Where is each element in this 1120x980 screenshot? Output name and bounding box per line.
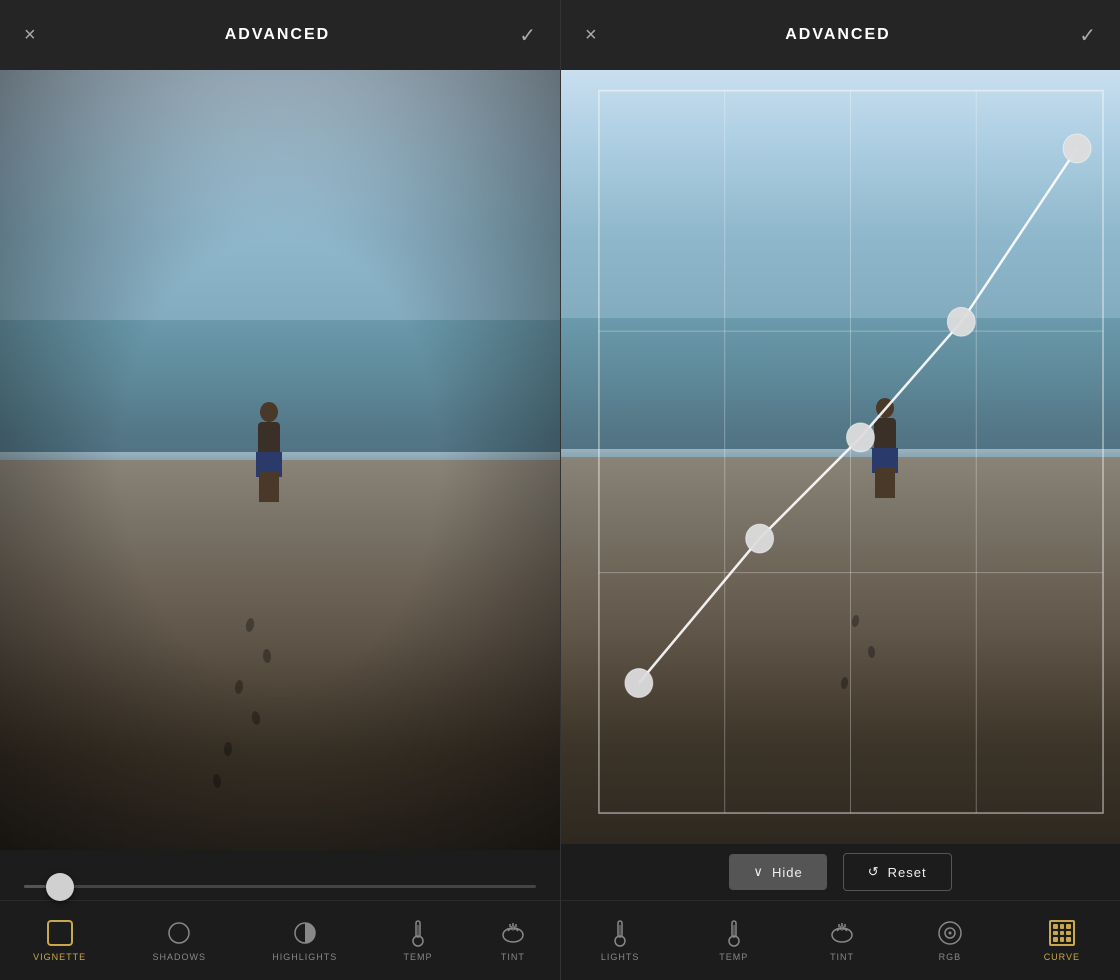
grid-cell-7: [1053, 937, 1058, 942]
shadows-icon: [165, 919, 193, 947]
right-confirm-button[interactable]: ✓: [1079, 23, 1096, 48]
left-bottom-tabs: VIGNETTE SHADOWS HIGH: [0, 900, 560, 980]
tint-icon-left: [499, 919, 527, 947]
temp-icon-right: [720, 919, 748, 947]
tab-label-shadows: SHADOWS: [152, 952, 206, 962]
temp-icon-left: [404, 919, 432, 947]
curve-icon: [1048, 919, 1076, 947]
left-title: ADVANCED: [225, 26, 330, 44]
tab-lights[interactable]: LIGHTS: [595, 911, 646, 970]
tab-label-tint-left: TINT: [501, 952, 525, 962]
beach-scene-left: [0, 70, 560, 850]
reset-label: Reset: [888, 865, 927, 880]
lights-icon: [606, 919, 634, 947]
tab-label-lights: LIGHTS: [601, 952, 640, 962]
grid-cell-1: [1053, 924, 1058, 929]
sand-layer-right: [561, 457, 1120, 844]
tab-temp-right[interactable]: TEMP: [713, 911, 754, 970]
tint-icon-right: [828, 919, 856, 947]
person-right: [865, 393, 905, 503]
rgb-icon: [936, 919, 964, 947]
tab-temp-left[interactable]: TEMP: [398, 911, 439, 970]
slider-container: [0, 873, 560, 900]
chevron-down-icon: ∨: [753, 864, 764, 880]
tab-curve[interactable]: CURVE: [1038, 911, 1086, 970]
hide-label: Hide: [772, 865, 803, 880]
tab-vignette[interactable]: VIGNETTE: [27, 911, 92, 970]
grid-cell-5: [1060, 931, 1065, 936]
left-confirm-button[interactable]: ✓: [519, 23, 536, 48]
person-leg-right-right: [885, 468, 895, 498]
slider-track[interactable]: [24, 885, 536, 888]
grid-cell-4: [1053, 931, 1058, 936]
tab-label-curve: CURVE: [1044, 952, 1080, 962]
tab-label-tint-right: TINT: [830, 952, 854, 962]
curve-grid-icon: [1049, 920, 1075, 946]
person-head-right: [876, 398, 894, 418]
vignette-frame-icon: [47, 920, 73, 946]
grid-cell-3: [1066, 924, 1071, 929]
grid-cell-8: [1060, 937, 1065, 942]
right-close-button[interactable]: ×: [585, 24, 597, 47]
right-header: × ADVANCED ✓: [561, 0, 1120, 70]
tab-label-temp-right: TEMP: [719, 952, 748, 962]
left-close-button[interactable]: ×: [24, 24, 36, 47]
grid-cell-6: [1066, 931, 1071, 936]
highlights-icon: [291, 919, 319, 947]
grid-cell-9: [1066, 937, 1071, 942]
grid-cell-2: [1060, 924, 1065, 929]
tab-highlights[interactable]: HIGHLIGHTS: [266, 911, 343, 970]
curve-buttons-row: ∨ Hide ↺ Reset: [561, 844, 1120, 900]
tab-shadows[interactable]: SHADOWS: [146, 911, 212, 970]
left-controls: VIGNETTE SHADOWS HIGH: [0, 850, 560, 980]
right-title: ADVANCED: [785, 26, 890, 44]
vignette-overlay-left: [0, 70, 560, 850]
left-image-area: [0, 70, 560, 850]
right-panel: × ADVANCED ✓: [560, 0, 1120, 980]
vignette-icon: [46, 919, 74, 947]
tab-label-temp-left: TEMP: [404, 952, 433, 962]
sky-layer-right: [561, 70, 1120, 341]
tab-rgb[interactable]: RGB: [930, 911, 970, 970]
tab-label-rgb: RGB: [939, 952, 962, 962]
beach-scene-right: [561, 70, 1120, 844]
tab-tint-left[interactable]: TINT: [493, 911, 533, 970]
reset-button[interactable]: ↺ Reset: [843, 853, 952, 891]
hide-button[interactable]: ∨ Hide: [729, 854, 826, 890]
left-panel: × ADVANCED ✓: [0, 0, 560, 980]
left-header: × ADVANCED ✓: [0, 0, 560, 70]
slider-thumb[interactable]: [46, 873, 74, 901]
tab-label-highlights: HIGHLIGHTS: [272, 952, 337, 962]
person-leg-left-right: [875, 468, 885, 498]
tab-label-vignette: VIGNETTE: [33, 952, 86, 962]
reset-icon: ↺: [868, 864, 880, 880]
right-image-area: [561, 70, 1120, 844]
right-bottom-tabs: LIGHTS TEMP: [561, 900, 1120, 980]
tab-tint-right[interactable]: TINT: [822, 911, 862, 970]
